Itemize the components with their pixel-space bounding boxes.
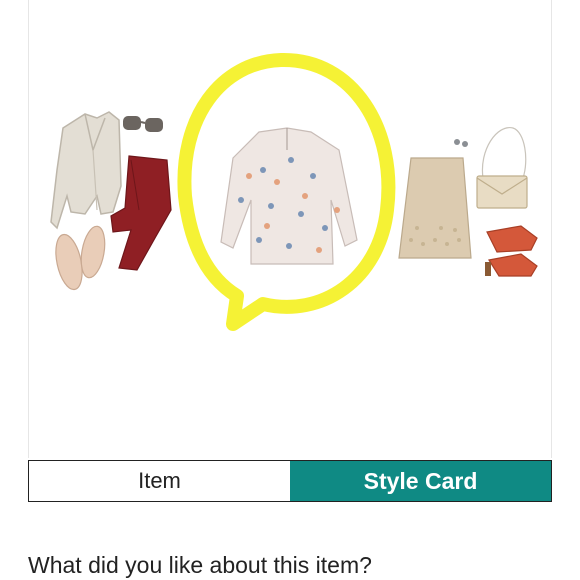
moto-jacket-image — [50, 111, 122, 230]
clutch-image — [476, 127, 528, 209]
earrings-image — [454, 139, 468, 147]
tab-style-card[interactable]: Style Card — [290, 461, 551, 501]
style-card-image — [28, 0, 552, 458]
sunglasses-image — [123, 116, 163, 132]
eyelet-skirt-image — [398, 157, 472, 259]
tab-item[interactable]: Item — [29, 461, 290, 501]
red-sandals-image — [485, 225, 538, 277]
floral-blouse-image — [220, 127, 358, 265]
feedback-question: What did you like about this item? — [28, 552, 372, 578]
view-toggle: Item Style Card — [28, 460, 552, 502]
loafers-image — [55, 225, 106, 291]
